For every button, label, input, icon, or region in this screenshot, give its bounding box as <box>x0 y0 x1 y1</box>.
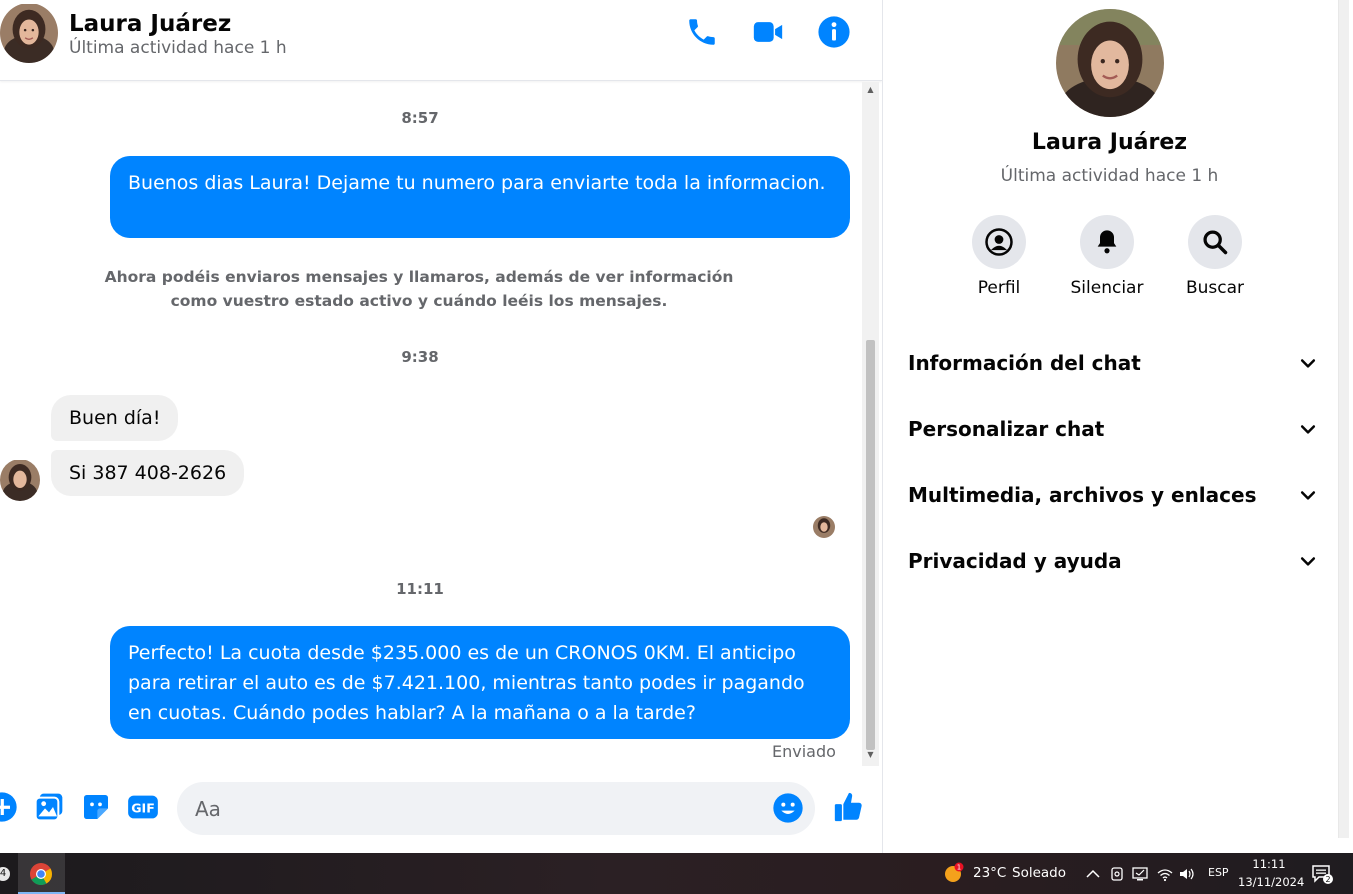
system-notice: Ahora podéis enviaros mensajes y llamaro… <box>104 268 734 310</box>
thumbs-up-icon[interactable] <box>832 790 866 824</box>
contact-name[interactable]: Laura Juárez <box>69 11 231 37</box>
contact-status: Última actividad hace 1 h <box>69 38 287 58</box>
weather-sun-icon[interactable]: 1 <box>943 862 965 884</box>
search-button[interactable]: Buscar <box>1170 215 1260 298</box>
video-icon[interactable] <box>751 15 785 49</box>
section-customize-chat[interactable]: Personalizar chat <box>908 409 1318 449</box>
app-window: Laura Juárez Última actividad hace 1 h 8… <box>0 0 1353 894</box>
user-circle-icon <box>985 228 1013 256</box>
section-title: Privacidad y ayuda <box>908 549 1122 573</box>
profile-label: Perfil <box>977 278 1021 298</box>
sticker-icon[interactable] <box>80 791 112 823</box>
profile-name: Laura Juárez <box>1031 130 1188 155</box>
gif-icon[interactable]: GIF <box>127 791 159 823</box>
message-list[interactable]: 8:57 Buenos dias Laura! Dejame tu numero… <box>0 82 862 766</box>
scroll-up-arrow[interactable]: ▲ <box>866 85 875 95</box>
weather-alert-count: 1 <box>957 864 961 872</box>
wifi-icon[interactable] <box>1156 865 1174 883</box>
notification-center-icon[interactable]: 2 <box>1310 863 1334 885</box>
chevron-down-icon <box>1300 491 1316 500</box>
section-chat-info[interactable]: Información del chat <box>908 343 1318 383</box>
outgoing-message[interactable]: Perfecto! La cuota desde $235.000 es de … <box>110 626 850 739</box>
weather-condition[interactable]: Soleado <box>1012 865 1066 881</box>
emoji-icon[interactable] <box>772 792 804 824</box>
scroll-thumb[interactable] <box>866 340 875 750</box>
photo-icon[interactable] <box>33 791 65 823</box>
device-icon[interactable] <box>1108 865 1126 883</box>
notification-count: 2 <box>1325 875 1330 884</box>
section-title: Personalizar chat <box>908 417 1105 441</box>
svg-text:GIF: GIF <box>131 801 155 816</box>
timestamp-separator: 8:57 <box>401 109 439 127</box>
chat-info-panel: Laura Juárez Última actividad hace 1 h P… <box>882 0 1335 853</box>
mute-button[interactable]: Silenciar <box>1062 215 1152 298</box>
search-icon <box>1203 230 1228 255</box>
seen-indicator-avatar <box>813 516 835 538</box>
message-composer: GIF <box>0 768 882 853</box>
page-scroll-thumb[interactable] <box>1338 0 1349 838</box>
chevron-up-icon[interactable] <box>1084 865 1102 883</box>
chevron-down-icon <box>1300 359 1316 368</box>
timestamp-separator: 11:11 <box>396 580 444 598</box>
chat-pane: Laura Juárez Última actividad hace 1 h 8… <box>0 0 882 853</box>
profile-status: Última actividad hace 1 h <box>1000 166 1219 186</box>
bell-icon <box>1097 230 1117 254</box>
input-language[interactable]: ESP <box>1208 866 1229 879</box>
incoming-message[interactable]: Buen día! <box>51 395 179 441</box>
contact-avatar[interactable] <box>0 3 58 63</box>
chevron-down-icon <box>1300 557 1316 566</box>
chrome-taskbar-button[interactable] <box>18 853 65 894</box>
timestamp-separator: 9:38 <box>401 348 439 366</box>
search-label: Buscar <box>1185 278 1245 298</box>
chevron-down-icon <box>1300 425 1316 434</box>
message-input[interactable] <box>195 792 765 826</box>
profile-button[interactable]: Perfil <box>954 215 1044 298</box>
chat-header: Laura Juárez Última actividad hace 1 h <box>0 0 882 81</box>
scroll-down-arrow[interactable]: ▼ <box>866 750 875 760</box>
mute-label: Silenciar <box>1070 278 1144 298</box>
contact-avatar-small[interactable] <box>0 459 40 501</box>
plus-icon[interactable] <box>0 791 18 823</box>
section-title: Multimedia, archivos y enlaces <box>908 483 1257 507</box>
section-media-files-links[interactable]: Multimedia, archivos y enlaces <box>908 475 1318 515</box>
profile-avatar[interactable] <box>1056 9 1164 117</box>
message-scrollbar[interactable]: ▲ ▼ <box>862 82 879 766</box>
section-privacy-help[interactable]: Privacidad y ayuda <box>908 541 1318 581</box>
taskbar-badge: 4 <box>0 867 10 881</box>
incoming-message[interactable]: Si 387 408-2626 <box>51 450 245 496</box>
phone-icon[interactable] <box>685 15 719 49</box>
windows-taskbar: 4 1 23°C Soleado ESP 11:11 13/11/2024 2 <box>0 853 1353 894</box>
sent-status: Enviado <box>772 742 836 761</box>
clock-date[interactable]: 13/11/2024 <box>1238 875 1304 889</box>
display-icon[interactable] <box>1131 865 1149 883</box>
weather-temperature[interactable]: 23°C <box>973 865 1006 881</box>
outgoing-message[interactable]: Buenos dias Laura! Dejame tu numero para… <box>110 156 850 238</box>
section-title: Información del chat <box>908 351 1141 375</box>
info-icon[interactable] <box>817 15 851 49</box>
chrome-icon <box>30 863 52 885</box>
page-scrollbar[interactable] <box>1335 0 1353 853</box>
volume-icon[interactable] <box>1178 865 1196 883</box>
compose-box[interactable] <box>177 782 815 835</box>
clock-time[interactable]: 11:11 <box>1240 857 1298 871</box>
